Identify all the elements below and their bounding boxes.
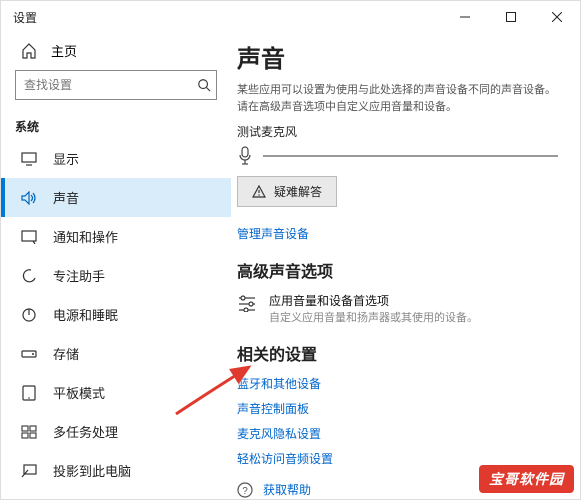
maximize-button[interactable] (488, 1, 534, 33)
focus-icon (21, 268, 37, 284)
sidebar-item-multitasking[interactable]: 多任务处理 (1, 412, 231, 451)
sidebar-item-shared-experiences[interactable]: 体验共享 (1, 490, 231, 499)
sidebar: 主页 系统 显示 声音 (1, 33, 231, 499)
sidebar-item-label: 显示 (53, 149, 79, 168)
notifications-icon (21, 230, 37, 244)
home-icon (21, 43, 37, 59)
sidebar-item-focus-assist[interactable]: 专注助手 (1, 256, 231, 295)
close-button[interactable] (534, 1, 580, 33)
content-pane: 声音 某些应用可以设置为使用与此处选择的声音设备不同的声音设备。请在高级声音选项… (231, 33, 580, 499)
sidebar-item-label: 存储 (53, 344, 79, 363)
sidebar-item-display[interactable]: 显示 (1, 139, 231, 178)
project-icon (21, 464, 37, 478)
titlebar: 设置 (1, 1, 580, 33)
search-box[interactable] (15, 70, 217, 100)
sidebar-item-sound[interactable]: 声音 (1, 178, 231, 217)
search-icon (197, 78, 211, 92)
minimize-button[interactable] (442, 1, 488, 33)
mic-test-row (237, 146, 558, 166)
page-description: 某些应用可以设置为使用与此处选择的声音设备不同的声音设备。请在高级声音选项中自定… (237, 82, 558, 115)
power-icon (21, 307, 37, 323)
mic-level-bar (263, 155, 558, 157)
home-label: 主页 (51, 41, 77, 60)
get-help-link[interactable]: 获取帮助 (263, 481, 311, 498)
test-mic-label: 测试麦克风 (237, 123, 558, 140)
tablet-icon (21, 385, 37, 401)
storage-icon (21, 348, 37, 360)
settings-window: 设置 主页 (0, 0, 581, 500)
window-title: 设置 (13, 9, 37, 26)
window-body: 主页 系统 显示 声音 (1, 33, 580, 499)
sidebar-item-notifications[interactable]: 通知和操作 (1, 217, 231, 256)
sidebar-section-label: 系统 (1, 108, 231, 139)
app-volume-desc: 自定义应用音量和扬声器或其使用的设备。 (269, 309, 478, 325)
sliders-icon (237, 294, 257, 312)
sidebar-item-label: 通知和操作 (53, 227, 118, 246)
manage-sound-devices-link[interactable]: 管理声音设备 (237, 225, 558, 242)
app-volume-title: 应用音量和设备首选项 (269, 292, 478, 309)
window-controls (442, 1, 580, 33)
troubleshoot-button[interactable]: 疑难解答 (237, 176, 337, 207)
home-button[interactable]: 主页 (1, 35, 231, 70)
display-icon (21, 152, 37, 166)
sidebar-item-label: 投影到此电脑 (53, 461, 131, 480)
bluetooth-link[interactable]: 蓝牙和其他设备 (237, 375, 558, 392)
sidebar-item-power-sleep[interactable]: 电源和睡眠 (1, 295, 231, 334)
warning-icon (252, 185, 266, 199)
sidebar-item-storage[interactable]: 存储 (1, 334, 231, 373)
sidebar-item-tablet-mode[interactable]: 平板模式 (1, 373, 231, 412)
troubleshoot-label: 疑难解答 (274, 183, 322, 200)
app-volume-option[interactable]: 应用音量和设备首选项 自定义应用音量和扬声器或其使用的设备。 (237, 292, 558, 325)
microphone-icon (237, 146, 253, 166)
mic-privacy-link[interactable]: 麦克风隐私设置 (237, 425, 558, 442)
sidebar-item-label: 专注助手 (53, 266, 105, 285)
watermark-badge: 宝哥软件园 (479, 465, 574, 493)
sidebar-item-projecting[interactable]: 投影到此电脑 (1, 451, 231, 490)
sound-control-panel-link[interactable]: 声音控制面板 (237, 400, 558, 417)
sidebar-item-label: 多任务处理 (53, 422, 118, 441)
help-icon: ? (237, 482, 253, 498)
svg-text:?: ? (242, 486, 248, 497)
advanced-heading: 高级声音选项 (237, 258, 558, 282)
sidebar-nav: 显示 声音 通知和操作 专注助手 电源和睡眠 (1, 139, 231, 499)
page-title: 声音 (237, 39, 558, 74)
sidebar-item-label: 电源和睡眠 (53, 305, 118, 324)
sidebar-item-label: 平板模式 (53, 383, 105, 402)
sidebar-item-label: 声音 (53, 188, 79, 207)
search-input[interactable] (15, 70, 217, 100)
app-volume-text: 应用音量和设备首选项 自定义应用音量和扬声器或其使用的设备。 (269, 292, 478, 325)
multitasking-icon (21, 425, 37, 439)
sound-icon (21, 191, 37, 205)
related-heading: 相关的设置 (237, 341, 558, 365)
search-wrap (1, 70, 231, 108)
